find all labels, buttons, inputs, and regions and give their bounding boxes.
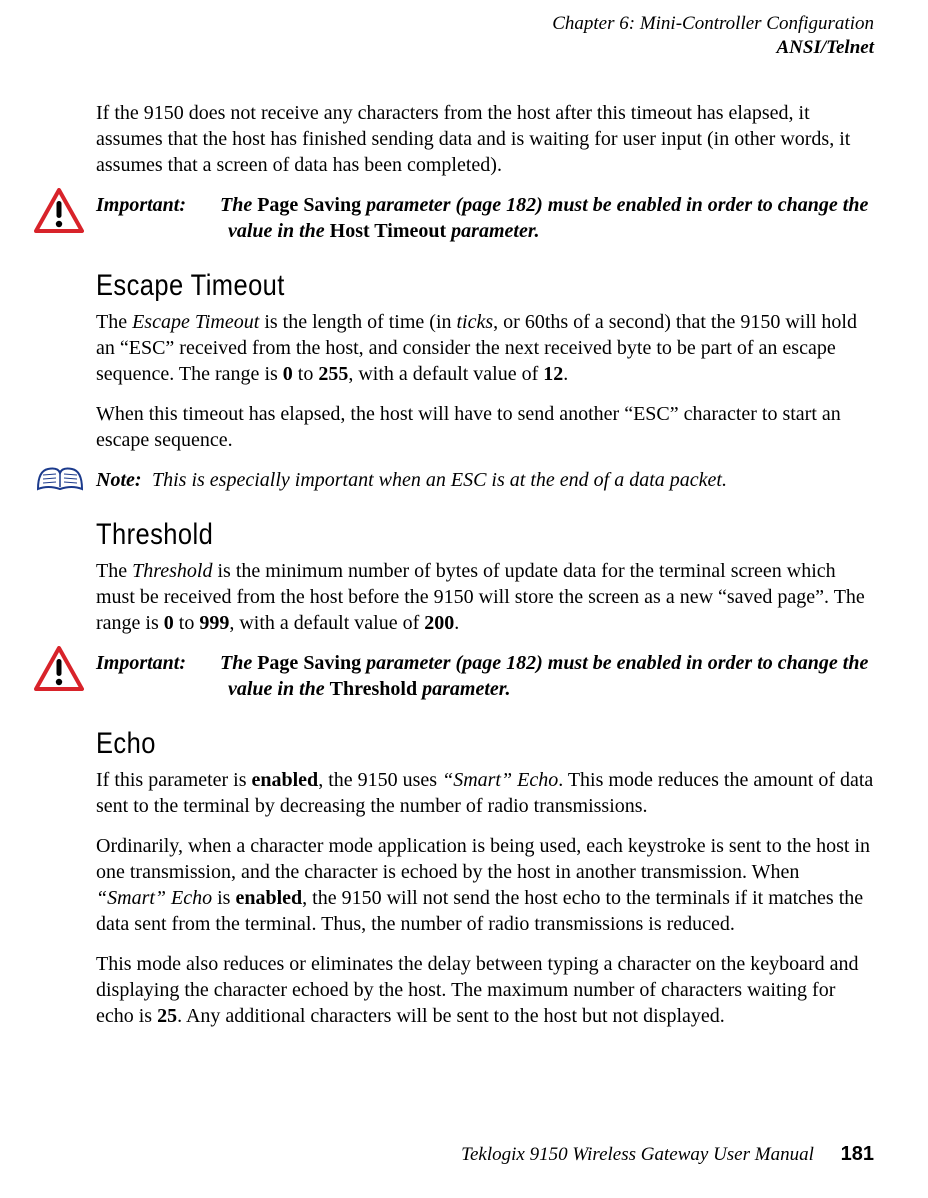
intro-paragraph: If the 9150 does not receive any charact… bbox=[96, 100, 874, 178]
important-text-1: Important:The Page Saving parameter (pag… bbox=[228, 192, 874, 244]
echo-para-1: If this parameter is enabled, the 9150 u… bbox=[96, 767, 874, 819]
section-title: ANSI/Telnet bbox=[54, 36, 874, 60]
threshold-para: The Threshold is the minimum number of b… bbox=[96, 558, 874, 636]
chapter-title: Chapter 6: Mini-Controller Configuration bbox=[54, 12, 874, 36]
threshold-heading: Threshold bbox=[96, 515, 757, 554]
echo-para-3: This mode also reduces or eliminates the… bbox=[96, 951, 874, 1029]
page-footer: Teklogix 9150 Wireless Gateway User Manu… bbox=[461, 1141, 874, 1168]
important-callout-2: Important:The Page Saving parameter (pag… bbox=[96, 650, 874, 702]
note-text: Note:This is especially important when a… bbox=[96, 467, 874, 493]
page-number: 181 bbox=[841, 1143, 874, 1165]
escape-timeout-heading: Escape Timeout bbox=[96, 266, 757, 305]
important-icon bbox=[34, 646, 86, 692]
page-header: Chapter 6: Mini-Controller Configuration… bbox=[54, 12, 874, 60]
note-icon bbox=[34, 459, 86, 497]
echo-heading: Echo bbox=[96, 724, 757, 763]
escape-para-1: The Escape Timeout is the length of time… bbox=[96, 309, 874, 387]
important-callout-1: Important:The Page Saving parameter (pag… bbox=[96, 192, 874, 244]
book-title: Teklogix 9150 Wireless Gateway User Manu… bbox=[461, 1144, 814, 1165]
important-text-2: Important:The Page Saving parameter (pag… bbox=[228, 650, 874, 702]
escape-para-2: When this timeout has elapsed, the host … bbox=[96, 401, 874, 453]
note-callout: Note:This is especially important when a… bbox=[96, 467, 874, 493]
important-icon bbox=[34, 188, 86, 234]
echo-para-2: Ordinarily, when a character mode applic… bbox=[96, 833, 874, 937]
